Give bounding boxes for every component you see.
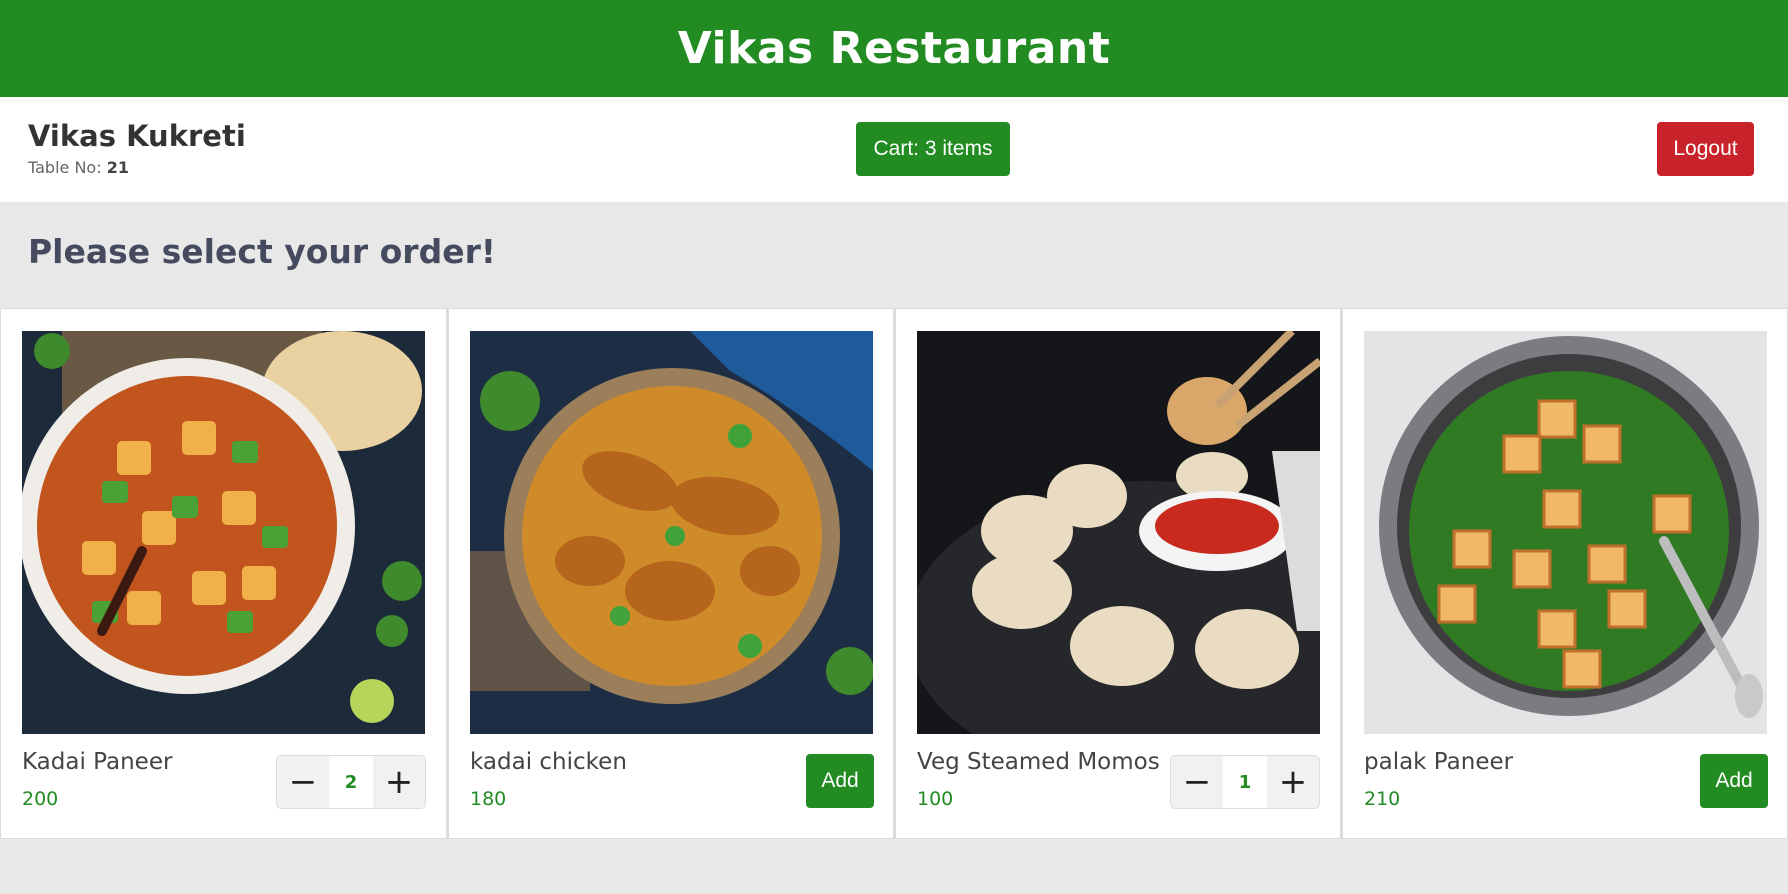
kadai-chicken-image	[470, 331, 873, 734]
add-to-cart-button[interactable]: Add	[806, 754, 874, 808]
app-header: Vikas Restaurant	[0, 0, 1788, 97]
decrease-quantity-button[interactable]: −	[277, 756, 329, 808]
item-name: Kadai Paneer	[22, 749, 173, 775]
item-name: kadai chicken	[470, 749, 627, 775]
menu-grid: Kadai Paneer 200 − 2 + kadai chicken 180…	[0, 308, 1788, 839]
menu-card-kadai-paneer: Kadai Paneer 200 − 2 +	[0, 308, 447, 839]
menu-card-palak-paneer: palak Paneer 210 Add	[1341, 308, 1788, 839]
page-heading: Please select your order!	[28, 232, 496, 271]
table-number: 21	[106, 158, 129, 177]
add-to-cart-button[interactable]: Add	[1700, 754, 1768, 808]
item-price: 100	[917, 788, 954, 810]
restaurant-title: Vikas Restaurant	[677, 23, 1111, 74]
item-name: palak Paneer	[1364, 749, 1514, 775]
item-price: 210	[1364, 788, 1401, 810]
menu-card-kadai-chicken: kadai chicken 180 Add	[447, 308, 894, 839]
logout-button[interactable]: Logout	[1657, 122, 1754, 176]
table-label: Table No:	[28, 158, 102, 177]
cart-button[interactable]: Cart: 3 items	[856, 122, 1010, 176]
customer-name: Vikas Kukreti	[28, 119, 246, 153]
quantity-value: 1	[1223, 756, 1267, 808]
palak-paneer-image	[1364, 331, 1767, 734]
veg-momos-image	[917, 331, 1320, 734]
quantity-stepper: − 2 +	[276, 755, 426, 809]
quantity-value: 2	[329, 756, 373, 808]
table-number-line: Table No: 21	[28, 158, 129, 177]
kadai-paneer-image	[22, 331, 425, 734]
quantity-stepper: − 1 +	[1170, 755, 1320, 809]
increase-quantity-button[interactable]: +	[1267, 756, 1319, 808]
menu-card-veg-steamed-momos: Veg Steamed Momos 100 − 1 +	[894, 308, 1341, 839]
increase-quantity-button[interactable]: +	[373, 756, 425, 808]
user-bar: Vikas Kukreti Table No: 21 Cart: 3 items…	[0, 97, 1788, 202]
item-price: 180	[470, 788, 507, 810]
item-name: Veg Steamed Momos	[917, 749, 1160, 775]
decrease-quantity-button[interactable]: −	[1171, 756, 1223, 808]
item-price: 200	[22, 788, 59, 810]
